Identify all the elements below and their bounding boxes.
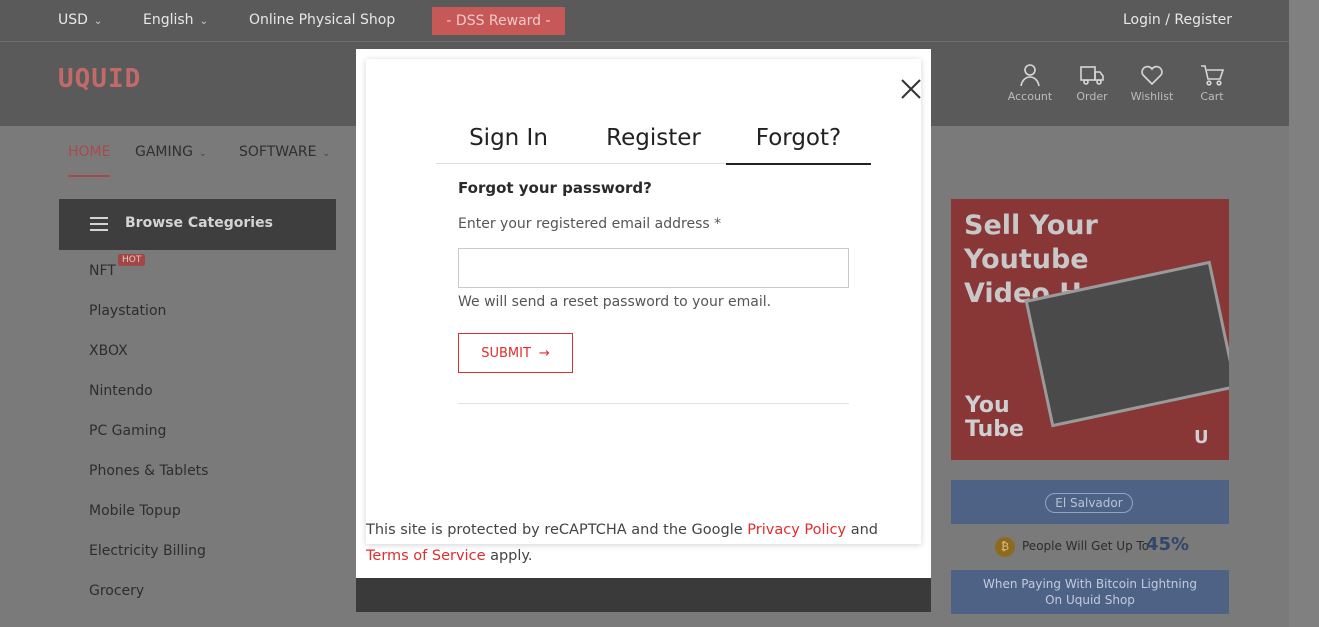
youtube-logo-line-2: Tube <box>965 417 1024 442</box>
chevron-down-icon: ⌄ <box>93 16 103 27</box>
wishlist-icon <box>1141 65 1163 86</box>
promo-percent: 45% <box>1146 534 1190 555</box>
modal-panel: Sign In Register Forgot? Forgot your pas… <box>366 59 921 544</box>
menu-icon <box>90 217 108 231</box>
recaptcha-notice: This site is protected by reCAPTCHA and … <box>366 517 921 569</box>
bitcoin-icon: ₿ <box>995 537 1015 557</box>
nav-home[interactable]: HOME <box>68 144 111 177</box>
email-hint: We will send a reset password to your em… <box>458 294 772 310</box>
cart-label: Cart <box>1200 90 1224 103</box>
uquid-mark-icon: U <box>1194 427 1209 448</box>
close-button[interactable] <box>897 75 925 103</box>
wishlist-button[interactable]: Wishlist <box>1128 62 1176 103</box>
order-label: Order <box>1076 90 1108 103</box>
online-shop-link[interactable]: Online Physical Shop <box>249 12 395 28</box>
submit-button[interactable]: SUBMIT → <box>458 333 573 373</box>
category-mobile-topup[interactable]: Mobile Topup <box>89 503 181 519</box>
captcha-prefix: This site is protected by reCAPTCHA and … <box>366 522 748 538</box>
cart-button[interactable]: Cart <box>1188 62 1236 103</box>
login-register-link[interactable]: Login / Register <box>1123 12 1232 28</box>
account-label: Account <box>1007 90 1053 103</box>
cart-icon <box>1201 65 1225 86</box>
language-label: English <box>143 12 194 28</box>
category-grocery[interactable]: Grocery <box>89 583 144 599</box>
category-pc-gaming[interactable]: PC Gaming <box>89 423 166 439</box>
language-selector[interactable]: English ⌄ <box>143 12 208 28</box>
category-electricity-billing[interactable]: Electricity Billing <box>89 543 206 559</box>
order-button[interactable]: Order <box>1068 62 1116 103</box>
promo-bottom-line-2: On Uquid Shop <box>1045 593 1135 607</box>
email-field[interactable] <box>458 248 849 288</box>
divider <box>458 403 849 404</box>
scrollbar-track[interactable] <box>1289 0 1319 627</box>
bitcoin-promo-banner[interactable]: El Salvador ₿ People Will Get Up To 45% … <box>951 480 1229 614</box>
category-playstation[interactable]: Playstation <box>89 303 166 319</box>
country-pill: El Salvador <box>1045 493 1133 513</box>
auth-tabs: Sign In Register Forgot? <box>436 124 871 165</box>
captcha-suffix: apply. <box>485 548 533 564</box>
chevron-down-icon: ⌄ <box>322 149 331 159</box>
tab-forgot[interactable]: Forgot? <box>726 124 871 165</box>
promo-text: People Will Get Up To <box>1022 539 1150 553</box>
chevron-down-icon: ⌄ <box>198 149 207 159</box>
nav-gaming[interactable]: GAMING ⌄ <box>135 144 207 160</box>
account-icon <box>1020 64 1040 87</box>
dss-reward-button[interactable]: - DSS Reward - <box>432 7 565 35</box>
category-xbox[interactable]: XBOX <box>89 343 128 359</box>
nav-software-label: SOFTWARE <box>239 144 317 160</box>
category-list: NFT Playstation XBOX Nintendo PC Gaming … <box>59 250 336 627</box>
youtube-logo: You Tube <box>965 394 1024 442</box>
site-logo[interactable]: UQUID <box>58 64 141 94</box>
terms-of-service-link[interactable]: Terms of Service <box>366 548 485 564</box>
captcha-and: and <box>846 522 879 538</box>
hot-badge: HOT <box>118 254 146 266</box>
currency-label: USD <box>58 12 88 28</box>
close-icon <box>901 79 921 99</box>
wishlist-label: Wishlist <box>1130 90 1174 103</box>
forgot-password-modal: Sign In Register Forgot? Forgot your pas… <box>356 49 931 578</box>
order-icon <box>1080 66 1104 85</box>
youtube-logo-line-1: You <box>965 393 1010 418</box>
youtube-banner[interactable]: Sell Your Youtube Video Here You Tube U <box>951 199 1229 460</box>
hero-slider-bottom <box>356 578 931 612</box>
category-nintendo[interactable]: Nintendo <box>89 383 153 399</box>
chevron-down-icon: ⌄ <box>199 16 208 27</box>
form-title: Forgot your password? <box>458 179 652 197</box>
tab-register[interactable]: Register <box>581 124 726 164</box>
promo-middle: ₿ People Will Get Up To 45% <box>951 524 1229 570</box>
browse-categories-header[interactable]: Browse Categories <box>59 199 336 250</box>
category-phones-tablets[interactable]: Phones & Tablets <box>89 463 208 479</box>
promo-bottom-line-1: When Paying With Bitcoin Lightning <box>983 577 1197 591</box>
submit-label: SUBMIT <box>481 345 531 361</box>
privacy-policy-link[interactable]: Privacy Policy <box>747 522 846 538</box>
nav-software[interactable]: SOFTWARE ⌄ <box>239 144 330 160</box>
top-row: USD ⌄ English ⌄ Online Physical Shop - DSS… <box>0 0 1289 42</box>
nav-gaming-label: GAMING <box>135 144 193 160</box>
email-label: Enter your registered email address * <box>458 216 722 232</box>
currency-selector[interactable]: USD ⌄ <box>58 12 102 28</box>
browse-categories-title: Browse Categories <box>125 215 273 231</box>
arrow-right-icon: → <box>538 345 550 361</box>
tab-sign-in[interactable]: Sign In <box>436 124 581 164</box>
promo-top: El Salvador <box>951 480 1229 524</box>
promo-bottom: When Paying With Bitcoin Lightning On Uq… <box>951 570 1229 614</box>
category-nft[interactable]: NFT <box>89 263 116 279</box>
account-button[interactable]: Account <box>1006 62 1054 103</box>
